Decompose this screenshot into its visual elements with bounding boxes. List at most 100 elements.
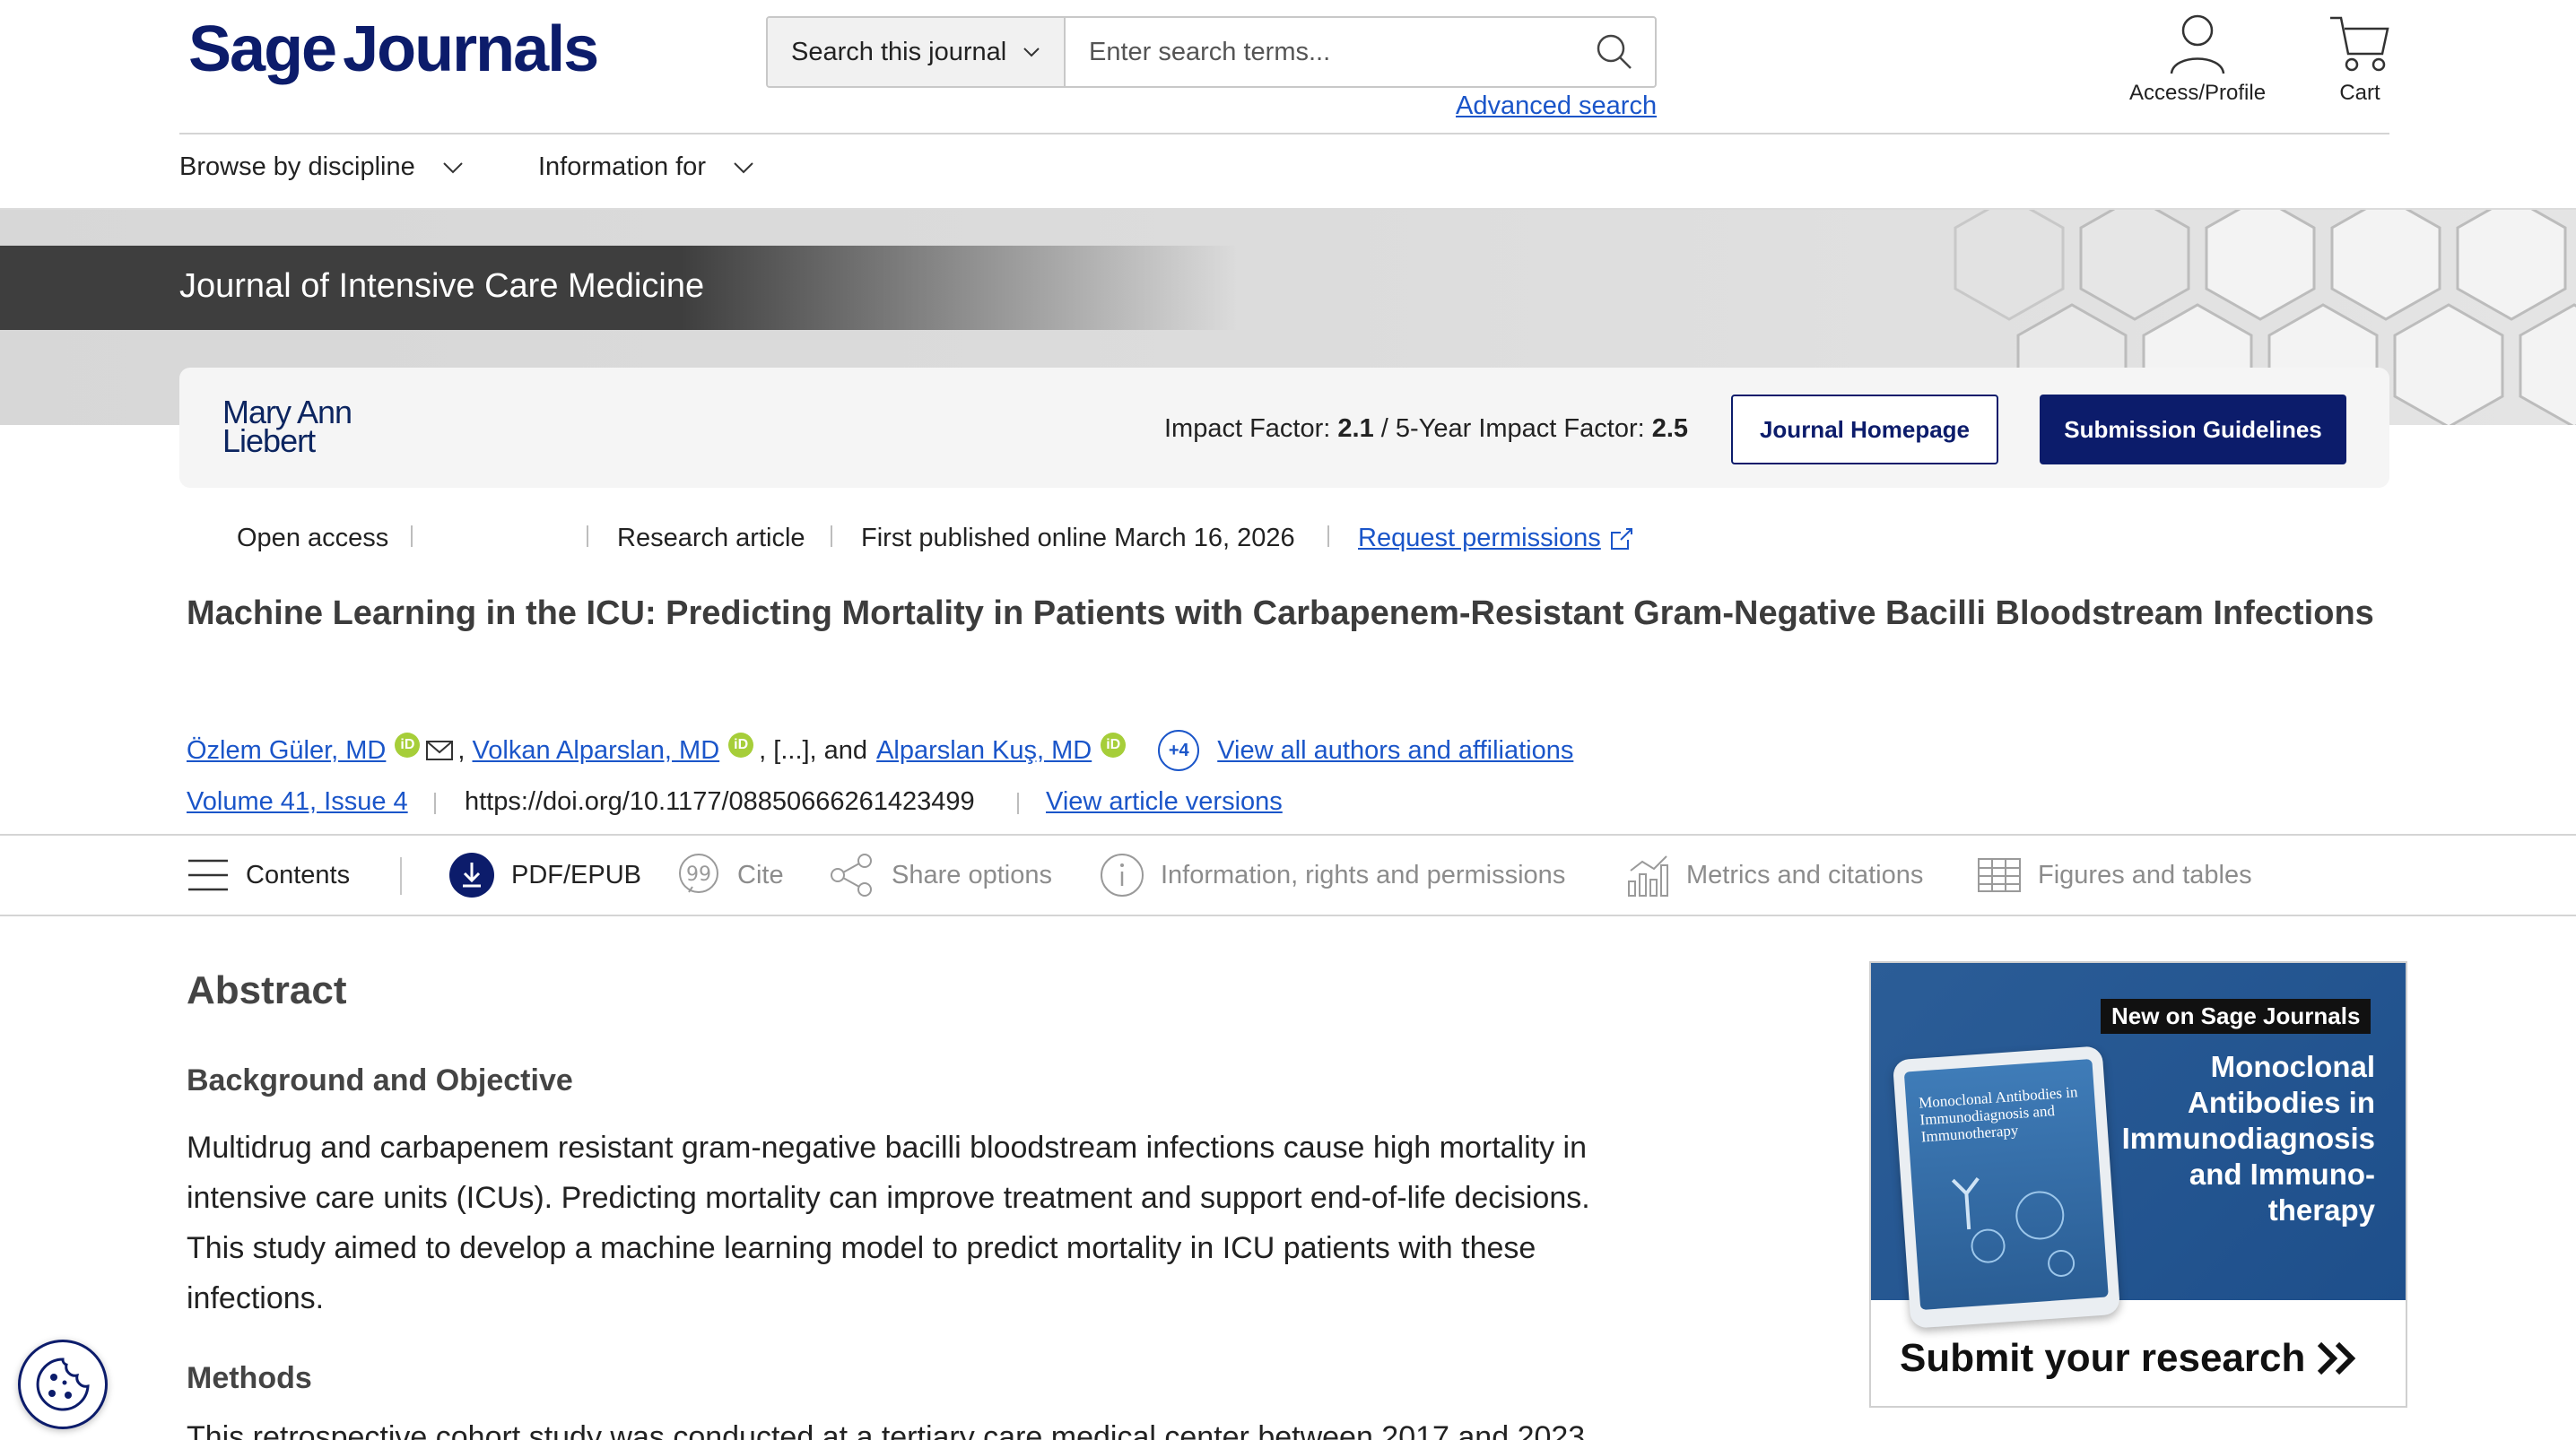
toolbar-top-divider [0,834,2576,836]
cart-label: Cart [2339,81,2380,105]
publisher-logo-line2: Liebert [222,422,316,459]
external-link-icon [1610,527,1632,550]
sage-journals-logo[interactable]: Sage Journals [188,13,599,86]
meta-separator [1017,793,1019,814]
article-type: Research article [617,524,805,552]
methods-heading: Methods [187,1361,312,1395]
meta-separator [1327,525,1329,547]
five-year-value: 2.5 [1651,414,1689,443]
nav-info-label: Information for [538,152,706,181]
meta-separator [411,525,413,547]
tablet-image: Monoclonal Antibodies in Immunodiagnosis… [1892,1045,2121,1329]
toolbar-separator [400,857,402,895]
double-chevron-right-icon [2318,1341,2356,1375]
contents-button[interactable]: Contents [187,848,350,902]
access-profile-button[interactable]: Access/Profile [2129,13,2266,106]
bar-chart-icon [1628,855,1668,897]
published-date: First published online March 16, 2026 [861,524,1295,552]
search-button[interactable] [1574,18,1655,86]
menu-icon [188,859,228,891]
author-list: Özlem Güler, MD iD , Volkan Alparslan, M… [187,730,1573,771]
header-divider [179,133,2389,134]
chevron-down-icon [734,161,753,173]
cite-button[interactable]: 99 Cite [676,848,784,902]
search-input[interactable] [1066,18,1574,86]
background-paragraph: Multidrug and carbapenem resistant gram-… [187,1131,1590,1315]
quote-icon: 99 [679,854,718,893]
doi-text[interactable]: https://doi.org/10.1177/0885066626142349… [465,787,975,817]
figures-tables-label: Figures and tables [2038,860,2252,889]
nav-browse-label: Browse by discipline [179,152,415,181]
impact-factor: Impact Factor: 2.1 / 5-Year Impact Facto… [1164,414,1688,444]
pdf-epub-label: PDF/EPUB [511,860,642,889]
share-options-button[interactable]: Share options [829,848,1052,902]
background-heading: Background and Objective [187,1063,573,1097]
impact-label: Impact Factor: [1164,414,1331,443]
view-all-authors-link[interactable]: View all authors and affiliations [1217,736,1573,766]
metrics-citations-button[interactable]: Metrics and citations [1627,848,1923,902]
nav-browse-by-discipline[interactable]: Browse by discipline [179,152,464,182]
cookie-icon [36,1358,90,1411]
request-permissions-link[interactable]: Request permissions [1358,524,1635,553]
author-ellipsis[interactable]: , [...], and [759,736,867,766]
search-bar: Search this journal [766,16,1657,88]
journal-homepage-button[interactable]: Journal Homepage [1731,395,1998,464]
contents-label: Contents [246,860,351,889]
author-link[interactable]: Özlem Güler, MD [187,736,386,766]
volume-issue-link[interactable]: Volume 41, Issue 4 [187,787,408,817]
submission-guidelines-button[interactable]: Submission Guidelines [2040,395,2346,464]
meta-separator [587,525,588,547]
publisher-logo[interactable]: Mary Ann Liebert [222,396,352,459]
share-icon [831,854,872,897]
ad-cta-label: Submit your research [1900,1336,2306,1380]
logo-sage: Sage [188,13,337,85]
access-profile-label: Access/Profile [2129,81,2267,105]
figures-tables-button[interactable]: Figures and tables [1977,848,2252,902]
search-scope-label: Search this journal [791,37,1007,66]
more-authors-badge[interactable]: +4 [1158,730,1200,771]
antibody-graphic [1951,1176,2076,1277]
orcid-icon[interactable]: iD [728,733,754,758]
ad-badge: New on Sage Journals [2101,999,2371,1034]
ad-cta[interactable]: Submit your research [1900,1336,2359,1381]
advanced-search-link[interactable]: Advanced search [1456,91,1657,121]
table-icon [1978,858,2021,892]
svg-text:99: 99 [686,863,711,886]
download-icon [449,853,494,898]
five-year-label: / 5-Year Impact Factor: [1380,414,1645,443]
cookie-settings-button[interactable] [18,1340,108,1429]
methods-paragraph: This retrospective cohort study was cond… [187,1420,1586,1440]
chevron-down-icon [1023,48,1040,57]
meta-separator [831,525,832,547]
information-rights-button[interactable]: Information, rights and permissions [1100,848,1565,902]
nav-information-for[interactable]: Information for [538,152,754,182]
journal-title[interactable]: Journal of Intensive Care Medicine [179,267,704,306]
impact-value: 2.1 [1337,414,1374,443]
open-access-label: Open access [237,524,389,552]
author-link[interactable]: Volkan Alparslan, MD [473,736,720,766]
metrics-citations-label: Metrics and citations [1686,860,1924,889]
cart-icon [2330,16,2389,72]
share-options-label: Share options [892,860,1052,889]
request-permissions-label: Request permissions [1358,524,1601,552]
author-link[interactable]: Alparslan Kuş, MD [876,736,1092,766]
pdf-epub-button[interactable]: PDF/EPUB [448,848,641,902]
cite-label: Cite [737,860,784,889]
user-icon [2170,14,2225,74]
toolbar-bottom-divider [0,915,2576,916]
search-icon [1597,34,1632,69]
meta-separator [434,793,436,814]
view-article-versions-link[interactable]: View article versions [1046,787,1283,817]
orcid-icon[interactable]: iD [395,733,421,758]
tablet-screen: Monoclonal Antibodies in Immunodiagnosis… [1903,1059,2109,1311]
orcid-icon[interactable]: iD [1101,733,1127,758]
email-icon[interactable] [425,740,454,761]
search-scope-dropdown[interactable]: Search this journal [768,18,1066,86]
cart-button[interactable]: Cart [2328,13,2391,106]
chevron-down-icon [443,161,463,173]
abstract-heading: Abstract [187,968,347,1012]
article-title: Machine Learning in the ICU: Predicting … [187,594,2374,632]
advertisement[interactable]: Monoclonal Antibodies in Immunodiagnosis… [1869,961,2407,1408]
logo-journals: Journals [343,13,599,85]
tablet-journal-title: Monoclonal Antibodies in Immunodiagnosis… [1918,1083,2078,1146]
